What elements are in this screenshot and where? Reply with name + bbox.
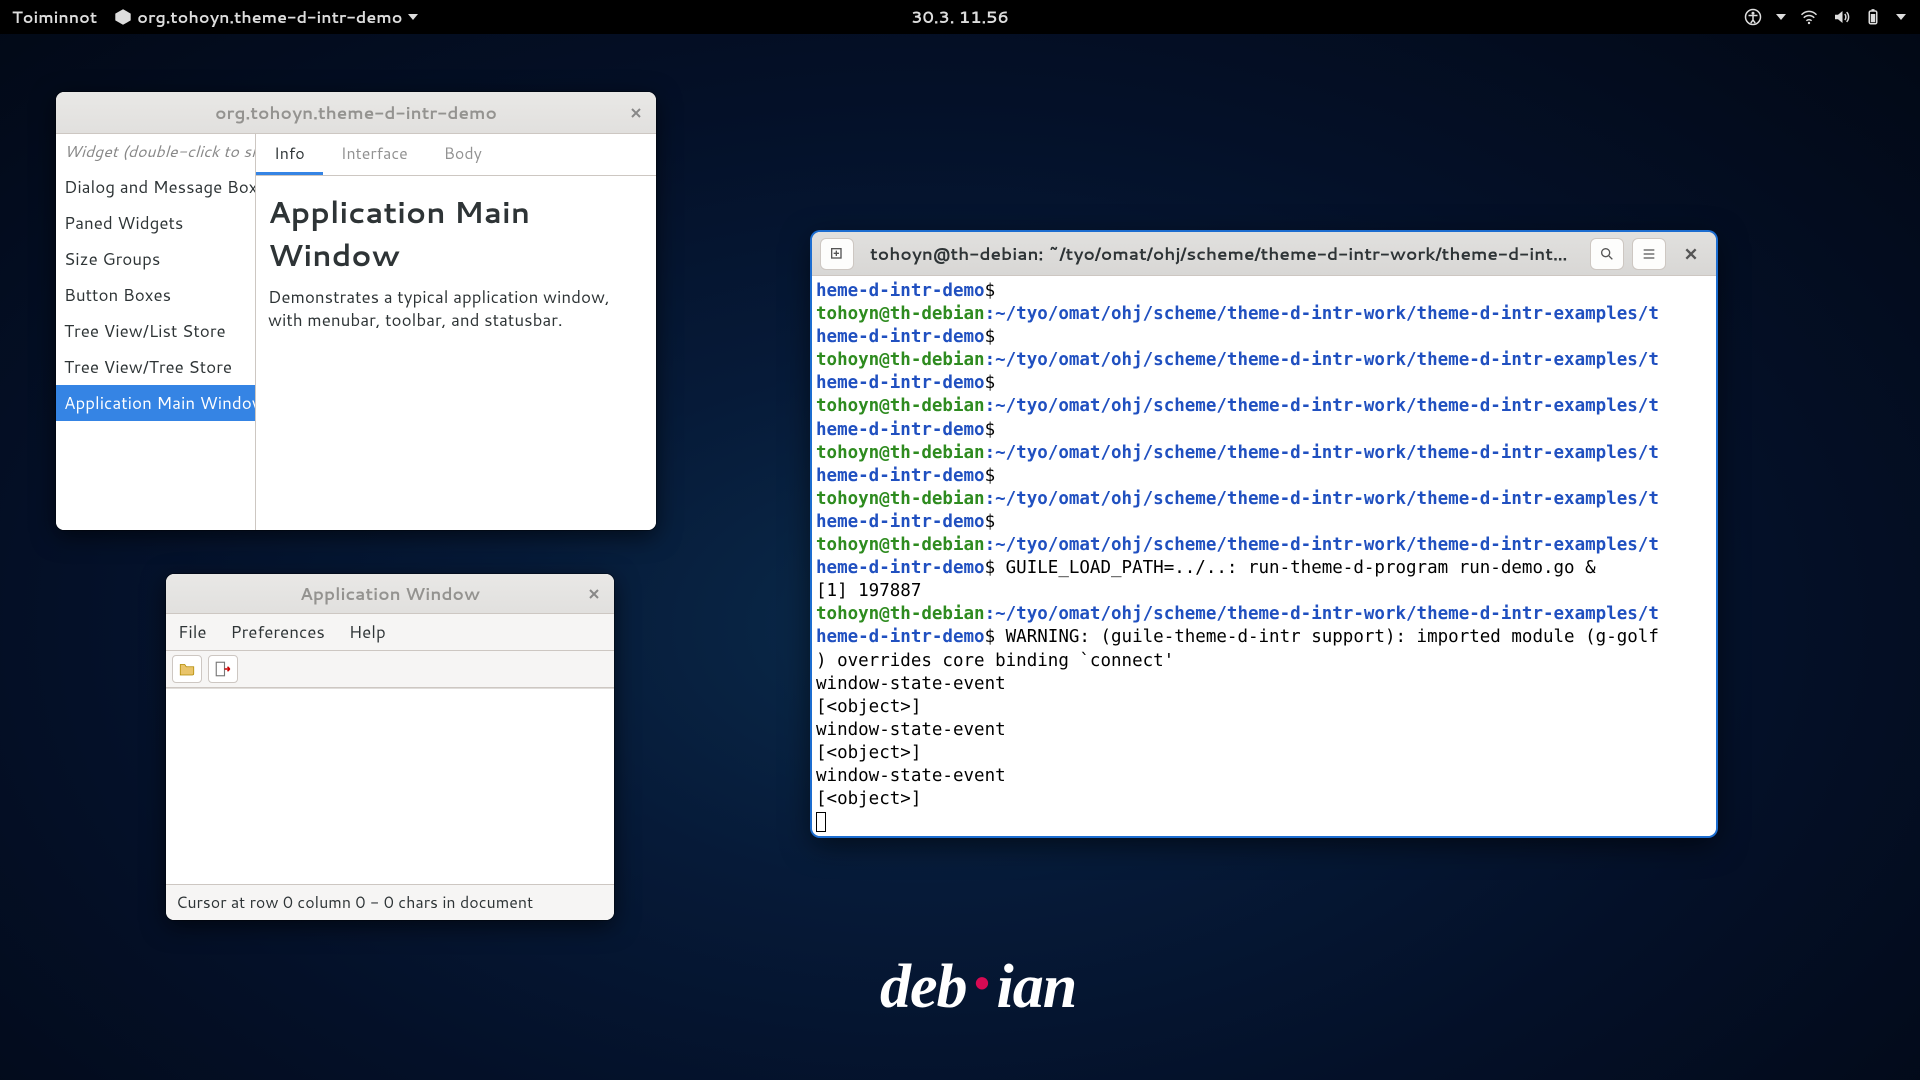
volume-icon[interactable] xyxy=(1832,8,1850,26)
network-icon[interactable] xyxy=(1800,8,1818,26)
sidebar-header: Widget (double-click to show) xyxy=(56,134,255,169)
battery-icon[interactable] xyxy=(1864,8,1882,26)
demo-heading: Application Main Window xyxy=(268,190,644,276)
sidebar-item[interactable]: Size Groups xyxy=(56,241,255,277)
terminal-titlebar[interactable]: tohoyn@th-debian: ~/tyo/omat/ohj/scheme/… xyxy=(812,232,1716,276)
appwin-titlebar[interactable]: Application Window xyxy=(166,574,614,614)
demo-content: Application Main Window Demonstrates a t… xyxy=(256,176,656,340)
demo-sidebar: Widget (double-click to show) Dialog and… xyxy=(56,134,256,530)
sidebar-item[interactable]: Tree View/List Store xyxy=(56,313,255,349)
demo-title: org.tohoyn.theme-d-intr-demo xyxy=(215,101,497,125)
close-icon xyxy=(1684,247,1698,261)
terminal-window: tohoyn@th-debian: ~/tyo/omat/ohj/scheme/… xyxy=(812,232,1716,836)
tab-body[interactable]: Body xyxy=(426,134,500,175)
demo-titlebar[interactable]: org.tohoyn.theme-d-intr-demo xyxy=(56,92,656,134)
activities-button[interactable]: Toiminnot xyxy=(12,6,97,29)
hamburger-menu[interactable] xyxy=(1632,238,1666,270)
folder-open-icon xyxy=(178,660,196,678)
chevron-down-icon xyxy=(408,14,418,20)
new-tab-icon xyxy=(829,246,845,262)
clock[interactable]: 30.3. 11.56 xyxy=(911,6,1009,29)
tab-info[interactable]: Info xyxy=(256,134,323,175)
sidebar-item[interactable]: Dialog and Message Boxes xyxy=(56,169,255,205)
search-icon xyxy=(1599,246,1615,262)
close-icon[interactable] xyxy=(624,101,648,125)
app-menu[interactable]: org.tohoyn.theme-d-intr-demo xyxy=(115,6,418,29)
terminal-output[interactable]: heme-d-intr-demo$ tohoyn@th-debian:~/tyo… xyxy=(812,276,1716,836)
chevron-down-icon xyxy=(1776,14,1786,20)
new-tab-button[interactable] xyxy=(820,238,854,270)
open-button[interactable] xyxy=(172,655,202,683)
exit-icon xyxy=(214,660,232,678)
close-icon[interactable] xyxy=(582,582,606,606)
debian-logo: deb･ian xyxy=(880,935,1076,1025)
menu-preferences[interactable]: Preferences xyxy=(219,614,337,650)
appwin-title: Application Window xyxy=(300,582,480,606)
sidebar-item[interactable]: Application Main Window xyxy=(56,385,255,421)
menu-file[interactable]: File xyxy=(166,614,219,650)
chevron-down-icon xyxy=(1896,14,1906,20)
menubar: File Preferences Help xyxy=(166,614,614,651)
close-button[interactable] xyxy=(1674,238,1708,270)
sidebar-item[interactable]: Button Boxes xyxy=(56,277,255,313)
sidebar-item[interactable]: Paned Widgets xyxy=(56,205,255,241)
text-area[interactable] xyxy=(166,688,614,884)
tab-interface[interactable]: Interface xyxy=(323,134,426,175)
terminal-title: tohoyn@th-debian: ~/tyo/omat/ohj/scheme/… xyxy=(862,242,1582,266)
demo-tabs: Info Interface Body xyxy=(256,134,656,176)
app-icon xyxy=(115,9,131,25)
menu-help[interactable]: Help xyxy=(337,614,398,650)
accessibility-icon[interactable] xyxy=(1744,8,1762,26)
toolbar xyxy=(166,651,614,688)
hamburger-icon xyxy=(1641,246,1657,262)
search-button[interactable] xyxy=(1590,238,1624,270)
quit-button[interactable] xyxy=(208,655,238,683)
sidebar-item[interactable]: Tree View/Tree Store xyxy=(56,349,255,385)
application-window: Application Window File Preferences Help… xyxy=(166,574,614,920)
demo-window: org.tohoyn.theme-d-intr-demo Widget (dou… xyxy=(56,92,656,530)
app-menu-label: org.tohoyn.theme-d-intr-demo xyxy=(137,6,402,29)
demo-description: Demonstrates a typical application windo… xyxy=(268,286,644,332)
gnome-topbar: Toiminnot org.tohoyn.theme-d-intr-demo 3… xyxy=(0,0,1920,34)
statusbar: Cursor at row 0 column 0 - 0 chars in do… xyxy=(166,884,614,920)
